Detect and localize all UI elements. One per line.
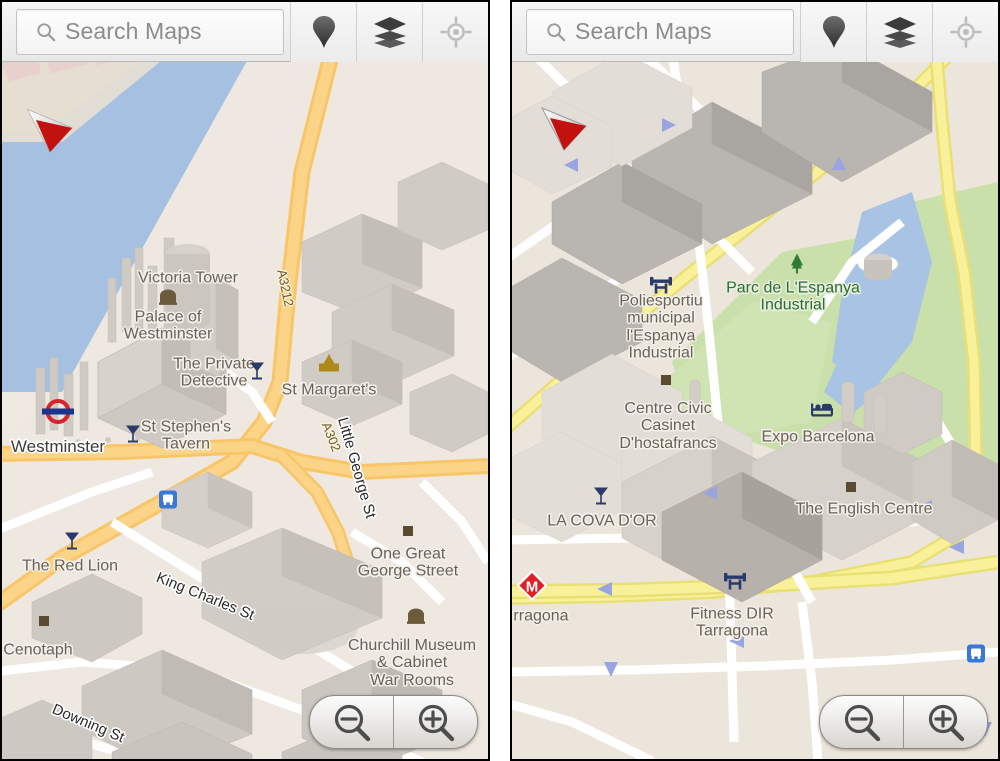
- magnifier-plus-icon: [418, 704, 454, 742]
- map-pin-icon: [822, 15, 845, 48]
- dual-map-screenshot: Search Maps Victoria Tower Palace of Wes…: [0, 0, 1000, 761]
- right-map-panel[interactable]: Search Maps Parc de L'Espanya Industrial…: [510, 0, 1000, 761]
- place-pin-button[interactable]: [800, 2, 866, 62]
- search-placeholder-text: Search Maps: [65, 18, 202, 44]
- right-map-render: [512, 62, 998, 759]
- layers-icon: [883, 16, 916, 48]
- map-pin-icon: [312, 15, 335, 48]
- panel-separator: [490, 0, 510, 761]
- zoom-out-button[interactable]: [820, 696, 903, 748]
- my-location-button[interactable]: [422, 2, 488, 62]
- magnifier-plus-icon: [928, 704, 964, 742]
- right-toolbar: Search Maps: [512, 2, 998, 62]
- zoom-in-button[interactable]: [393, 696, 477, 748]
- layers-button[interactable]: [866, 2, 932, 62]
- left-map-panel[interactable]: Search Maps Victoria Tower Palace of Wes…: [0, 0, 490, 761]
- left-toolbar: Search Maps: [2, 2, 488, 62]
- search-icon: [37, 22, 56, 41]
- my-location-crosshair-icon: [949, 15, 982, 48]
- search-input[interactable]: Search Maps: [16, 8, 284, 55]
- right-zoom-controls[interactable]: [819, 695, 988, 749]
- left-map-canvas[interactable]: Victoria Tower Palace of Westminster The P…: [2, 62, 488, 759]
- left-zoom-controls[interactable]: [309, 695, 478, 749]
- my-location-crosshair-icon: [439, 15, 472, 48]
- search-icon: [547, 22, 566, 41]
- left-map-render: [2, 62, 488, 759]
- magnifier-minus-icon: [844, 704, 880, 742]
- search-input-2[interactable]: Search Maps: [526, 8, 794, 55]
- layers-button[interactable]: [356, 2, 422, 62]
- zoom-in-button[interactable]: [903, 696, 987, 748]
- right-map-canvas[interactable]: Parc de L'Espanya Industrial Poliesportiu…: [512, 62, 998, 759]
- place-pin-button[interactable]: [290, 2, 356, 62]
- search-placeholder-text: Search Maps: [575, 18, 712, 44]
- layers-icon: [373, 16, 406, 48]
- zoom-out-button[interactable]: [310, 696, 393, 748]
- my-location-button[interactable]: [932, 2, 998, 62]
- magnifier-minus-icon: [334, 704, 370, 742]
